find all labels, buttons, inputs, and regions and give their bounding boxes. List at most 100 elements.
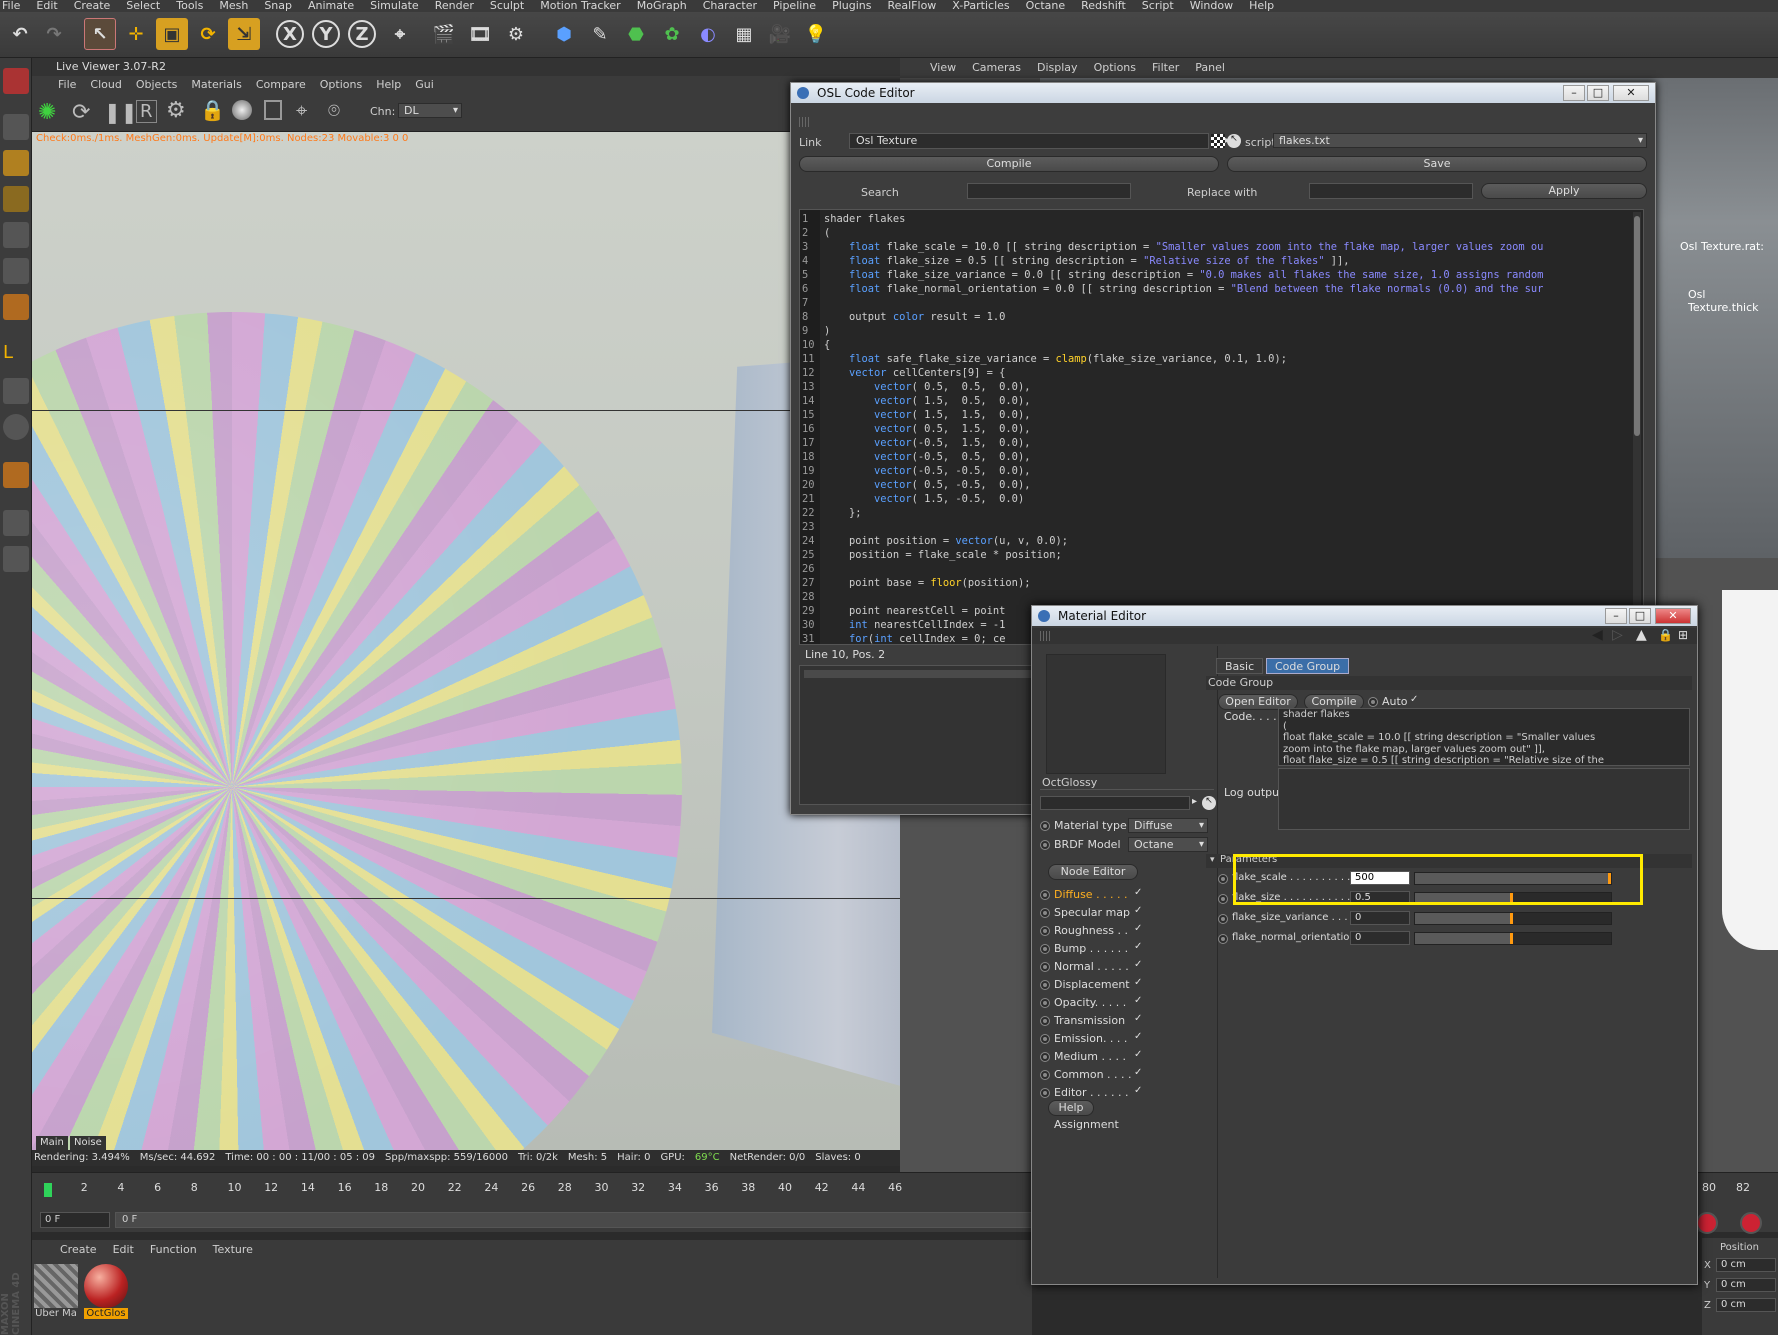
render-settings-icon[interactable]: ⚙ xyxy=(500,18,532,50)
lv-menu-materials[interactable]: Materials xyxy=(191,76,241,94)
lv-menu-options[interactable]: Options xyxy=(320,76,362,94)
osl-editor-titlebar[interactable]: OSL Code Editor xyxy=(791,83,1655,103)
undo-icon[interactable]: ↶ xyxy=(4,18,36,50)
scale-tool-icon[interactable]: ▣ xyxy=(156,18,188,50)
lock-workplane-icon[interactable] xyxy=(3,510,29,536)
lv-menu-gui[interactable]: Gui xyxy=(415,76,434,94)
generator-icon[interactable]: ⬣ xyxy=(620,18,652,50)
mat-forward-arrow-icon[interactable]: ▷ xyxy=(1612,628,1623,642)
polygons-mode-icon[interactable] xyxy=(3,294,29,320)
menu-octane[interactable]: Octane xyxy=(1026,0,1066,12)
mm-menu-function[interactable]: Function xyxy=(150,1240,197,1260)
texture-mode-icon[interactable] xyxy=(3,150,29,176)
channel-radio[interactable] xyxy=(1040,926,1050,936)
auto-radio[interactable] xyxy=(1368,697,1378,707)
lv-menu-cloud[interactable]: Cloud xyxy=(90,76,121,94)
viewport-menu-panel[interactable]: Panel xyxy=(1195,58,1225,78)
brdf-model-radio[interactable] xyxy=(1040,840,1050,850)
channel-radio[interactable] xyxy=(1040,998,1050,1008)
channel-checkbox[interactable]: ✓ xyxy=(1134,1032,1144,1042)
channel-radio[interactable] xyxy=(1040,1070,1050,1080)
light-icon[interactable]: 💡 xyxy=(800,18,832,50)
param-value-field[interactable]: 0 xyxy=(1350,931,1410,945)
osl-code-text[interactable]: shader flakes ( float flake_scale = 10.0… xyxy=(824,212,1629,644)
points-mode-icon[interactable] xyxy=(3,222,29,248)
osl-minimize-icon[interactable]: – xyxy=(1563,85,1585,101)
material-type-radio[interactable] xyxy=(1040,821,1050,831)
param-slider-knob[interactable] xyxy=(1510,913,1513,924)
render-view[interactable]: Check:0ms./1ms. MeshGen:0ms. Update[M]:0… xyxy=(32,132,900,1150)
mat-new-panel-icon[interactable]: ⊞ xyxy=(1678,628,1688,642)
material-name[interactable]: OctGlossy xyxy=(1040,776,1214,790)
channel-label[interactable]: Specular map xyxy=(1054,906,1130,919)
channel-select[interactable]: DL xyxy=(398,103,462,118)
osl-link-arrow-icon[interactable]: ▸ xyxy=(1225,135,1230,146)
channel-checkbox[interactable]: ✓ xyxy=(1134,1014,1144,1024)
mat-close-icon[interactable]: ✕ xyxy=(1655,608,1691,624)
menu-simulate[interactable]: Simulate xyxy=(370,0,419,12)
channel-radio[interactable] xyxy=(1040,944,1050,954)
playhead[interactable] xyxy=(44,1183,52,1197)
channel-checkbox[interactable]: ✓ xyxy=(1134,1068,1144,1078)
menu-file[interactable]: File xyxy=(2,0,20,12)
osl-panel-grip-icon[interactable] xyxy=(799,117,811,127)
material-link-arrow-icon[interactable]: ▸ xyxy=(1192,796,1197,807)
channel-checkbox[interactable]: ✓ xyxy=(1134,906,1144,916)
lv-menu-help[interactable]: Help xyxy=(376,76,401,94)
param-radio[interactable] xyxy=(1218,894,1228,904)
coord-y-field[interactable]: 0 cm xyxy=(1716,1278,1776,1292)
channel-label[interactable]: Editor . . . . . . xyxy=(1054,1086,1129,1099)
region-render-icon[interactable]: R xyxy=(136,100,157,123)
mm-menu-texture[interactable]: Texture xyxy=(213,1240,253,1260)
material-preview[interactable] xyxy=(1046,654,1166,774)
y-axis-lock-icon[interactable]: Y xyxy=(312,20,340,48)
record-icon[interactable] xyxy=(1696,1212,1718,1234)
mat-maximize-icon[interactable]: □ xyxy=(1629,608,1651,624)
rotate-tool-icon[interactable]: ⟳ xyxy=(192,18,224,50)
material-name-field[interactable] xyxy=(1040,796,1190,810)
snap-icon[interactable] xyxy=(3,414,29,440)
channel-radio[interactable] xyxy=(1040,1052,1050,1062)
channel-radio[interactable] xyxy=(1040,1088,1050,1098)
osl-close-icon[interactable]: ✕ xyxy=(1613,85,1649,101)
parameters-collapse-icon[interactable]: ▾ xyxy=(1210,855,1215,865)
render-picture-viewer-icon[interactable]: 🎞 xyxy=(464,18,496,50)
menu-tools[interactable]: Tools xyxy=(176,0,203,12)
tab-code-group[interactable]: Code Group xyxy=(1266,658,1350,674)
current-frame-field[interactable]: 0 F xyxy=(40,1212,110,1228)
osl-maximize-icon[interactable]: □ xyxy=(1587,85,1609,101)
menu-mograph[interactable]: MoGraph xyxy=(637,0,687,12)
viewport-menu-view[interactable]: View xyxy=(930,58,956,78)
edges-mode-icon[interactable] xyxy=(3,258,29,284)
menu-motion-tracker[interactable]: Motion Tracker xyxy=(540,0,620,12)
channel-radio[interactable] xyxy=(1040,1034,1050,1044)
osl-compile-button[interactable]: Compile xyxy=(799,156,1219,172)
channel-checkbox[interactable]: ✓ xyxy=(1134,996,1144,1006)
menu-pipeline[interactable]: Pipeline xyxy=(773,0,816,12)
material-swatch-uber[interactable] xyxy=(34,1264,78,1308)
menu-script[interactable]: Script xyxy=(1142,0,1174,12)
osl-scripts-select[interactable]: flakes.txt xyxy=(1273,133,1647,148)
brdf-model-select[interactable]: Octane xyxy=(1128,837,1208,852)
pick-focus-icon[interactable]: ⌖ xyxy=(296,98,307,122)
code-preview-box[interactable]: shader flakes ( float flake_scale = 10.0… xyxy=(1278,708,1690,766)
channel-checkbox[interactable]: ✓ xyxy=(1134,942,1144,952)
osl-replace-input[interactable] xyxy=(1309,183,1473,199)
menu-snap[interactable]: Snap xyxy=(264,0,292,12)
osl-search-input[interactable] xyxy=(967,183,1131,199)
channel-label[interactable]: Displacement xyxy=(1054,978,1130,991)
x-axis-lock-icon[interactable]: X xyxy=(276,20,304,48)
osl-save-button[interactable]: Save xyxy=(1227,156,1647,172)
param-radio[interactable] xyxy=(1218,934,1228,944)
osl-code-area[interactable]: 1 2 3 4 5 6 7 8 9 10 11 12 13 14 15 16 17 18 19 20 21 22 23 24 2… xyxy=(799,209,1644,645)
menu-select[interactable]: Select xyxy=(126,0,160,12)
viewport-menu-display[interactable]: Display xyxy=(1037,58,1078,78)
lock-icon[interactable]: 🔒 xyxy=(200,98,225,122)
lv-menu-compare[interactable]: Compare xyxy=(256,76,306,94)
clay-mode-icon[interactable] xyxy=(264,100,282,120)
channel-checkbox[interactable]: ✓ xyxy=(1134,1086,1144,1096)
mat-minimize-icon[interactable]: – xyxy=(1605,608,1627,624)
mat-back-arrow-icon[interactable]: ◀ xyxy=(1592,628,1603,642)
menu-mesh[interactable]: Mesh xyxy=(219,0,248,12)
param-slider[interactable] xyxy=(1414,912,1612,925)
